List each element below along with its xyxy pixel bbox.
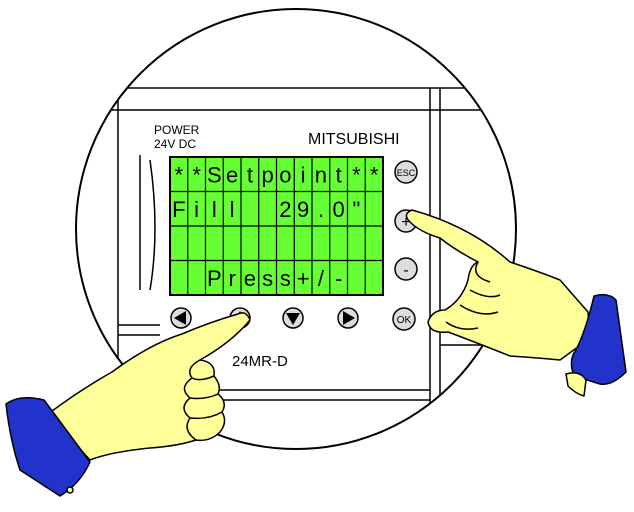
voltage-label: 24V DC (154, 137, 196, 151)
lcd-character: t (247, 162, 253, 187)
svg-text:-: - (403, 262, 408, 279)
lcd-character: e (226, 162, 238, 187)
lcd-character: n (315, 162, 327, 187)
lcd-character: - (335, 266, 342, 291)
lcd-character: l (230, 197, 235, 222)
model-label: 24MR-D (232, 353, 288, 370)
lcd-character: e (244, 266, 256, 291)
lcd-character: 2 (279, 197, 291, 222)
right-arrow-button[interactable] (337, 307, 359, 329)
esc-button[interactable]: ESC (394, 160, 418, 184)
lcd-character: . (318, 197, 324, 222)
lcd-character: i (301, 162, 306, 187)
lcd-character: * (370, 162, 379, 187)
lcd-character: / (318, 266, 325, 291)
lcd-character: F (172, 197, 185, 222)
lcd-character: S (207, 162, 222, 187)
lcd-character: + (297, 266, 310, 291)
lcd-screen: * * Se t p o i n t * *F i l l 2 9. 0 "P r e s s + / - (169, 156, 384, 296)
lcd-character: p (262, 162, 274, 187)
plc-illustration: POWER 24V DC MITSUBISHI 24MR-D * * Se t p o i n… (5, 8, 627, 497)
ok-button[interactable]: OK (392, 307, 416, 331)
down-arrow-button[interactable] (282, 307, 304, 329)
lcd-character: P (207, 266, 222, 291)
lcd-character: * (352, 162, 361, 187)
svg-text:OK: OK (397, 315, 412, 326)
lcd-character: s (262, 266, 273, 291)
svg-text:ESC: ESC (397, 168, 416, 178)
brand-label: MITSUBISHI (308, 131, 400, 148)
lcd-character: r (228, 266, 235, 291)
power-label: POWER (154, 123, 200, 137)
lcd-character: t (336, 162, 342, 187)
lcd-character: l (212, 197, 217, 222)
lcd-character: s (280, 266, 291, 291)
lcd-character: * (175, 162, 184, 187)
lcd-character: " (352, 197, 360, 222)
lcd-character: i (194, 197, 199, 222)
lcd-character: o (279, 162, 291, 187)
lcd-character: 9 (297, 197, 309, 222)
lcd-character: * (192, 162, 201, 187)
left-arrow-button[interactable] (170, 307, 192, 329)
lcd-character: 0 (333, 197, 345, 222)
minus-button[interactable]: - (394, 257, 418, 281)
